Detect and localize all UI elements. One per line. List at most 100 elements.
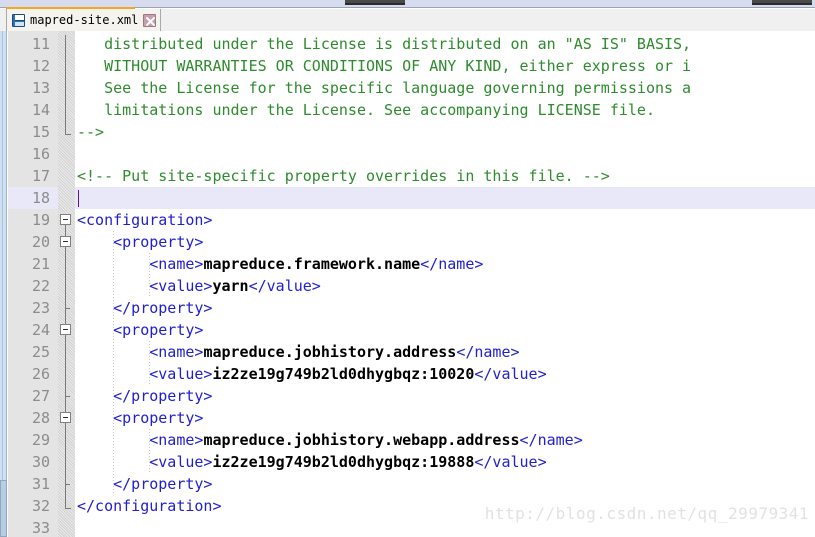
token-tag: <configuration> xyxy=(77,211,213,229)
gutter-row: 22 xyxy=(8,275,58,297)
line-number: 23 xyxy=(31,299,50,317)
fold-guide-line xyxy=(65,220,66,508)
code-line[interactable] xyxy=(75,187,815,209)
line-number: 25 xyxy=(31,343,50,361)
indent-guide xyxy=(149,253,151,297)
code-line[interactable]: <value>yarn</value> xyxy=(75,275,815,297)
code-line[interactable] xyxy=(75,143,815,165)
code-line-text: <name>mapreduce.framework.name</name> xyxy=(77,253,483,275)
token-tag: </name> xyxy=(519,431,583,449)
token-tag: <value> xyxy=(77,365,213,383)
fold-collapse-icon[interactable] xyxy=(60,236,71,247)
line-number: 33 xyxy=(31,519,50,537)
gutter-row: 29 xyxy=(8,429,58,451)
code-line[interactable]: distributed under the License is distrib… xyxy=(75,33,815,55)
fold-end-marker xyxy=(65,134,71,135)
code-line[interactable]: <value>iz2ze19g749b2ld0dhygbqz:10020</va… xyxy=(75,363,815,385)
code-line[interactable]: <name>mapreduce.framework.name</name> xyxy=(75,253,815,275)
token-tag: <name> xyxy=(77,431,204,449)
gutter-row: 18 xyxy=(8,187,58,209)
code-line[interactable]: <name>mapreduce.jobhistory.address</name… xyxy=(75,341,815,363)
gutter-row: 14 xyxy=(8,99,58,121)
code-line-text: distributed under the License is distrib… xyxy=(77,33,691,55)
code-line-text: <property> xyxy=(77,407,203,429)
close-icon[interactable] xyxy=(143,13,157,27)
code-line[interactable]: <property> xyxy=(75,231,815,253)
fold-collapse-icon[interactable] xyxy=(60,214,71,225)
code-line[interactable]: --> xyxy=(75,121,815,143)
code-line[interactable]: <name>mapreduce.jobhistory.webapp.addres… xyxy=(75,429,815,451)
token-comment: distributed under the License is distrib… xyxy=(77,35,692,53)
line-number-gutter: 11 12 13 14 15 16 17 18 19 20 21 22 23 24 25 26 27 28 29 30… xyxy=(8,31,58,537)
fold-tick-marker xyxy=(65,396,70,397)
token-tag: <value> xyxy=(77,277,213,295)
left-marker-rail[interactable] xyxy=(0,31,7,537)
line-number: 18 xyxy=(31,189,50,207)
code-text-area[interactable]: distributed under the License is distrib… xyxy=(75,31,815,537)
line-number: 32 xyxy=(31,497,50,515)
code-line[interactable]: </property> xyxy=(75,385,815,407)
code-line[interactable]: <value>iz2ze19g749b2ld0dhygbqz:19888</va… xyxy=(75,451,815,473)
editor-window: mapred-site.xml 11 12 13 14 15 16 17 18 19 20 21 22… xyxy=(0,0,815,537)
fold-collapse-icon[interactable] xyxy=(60,412,71,423)
line-number: 14 xyxy=(31,101,50,119)
fold-collapse-icon[interactable] xyxy=(60,324,71,335)
token-tag: </configuration> xyxy=(77,497,222,515)
code-line-text: <!-- Put site-specific property override… xyxy=(77,165,610,187)
code-line[interactable]: <property> xyxy=(75,319,815,341)
gutter-row: 12 xyxy=(8,55,58,77)
code-line[interactable]: <configuration> xyxy=(75,209,815,231)
window-chrome-nub-right xyxy=(752,0,812,5)
gutter-row: 11 xyxy=(8,33,58,55)
fold-end-marker xyxy=(65,508,71,509)
gutter-row: 26 xyxy=(8,363,58,385)
line-number: 29 xyxy=(31,431,50,449)
line-number: 11 xyxy=(31,35,50,53)
gutter-row: 32 xyxy=(8,495,58,517)
code-line[interactable]: </property> xyxy=(75,473,815,495)
line-number: 28 xyxy=(31,409,50,427)
token-comment: WITHOUT WARRANTIES OR CONDITIONS OF ANY … xyxy=(77,57,692,75)
token-text: iz2ze19g749b2ld0dhygbqz:10020 xyxy=(212,365,475,383)
indent-guide xyxy=(113,231,115,495)
token-tag: </value> xyxy=(248,277,321,295)
editor-area: 11 12 13 14 15 16 17 18 19 20 21 22 23 24 25 26 27 28 29 30… xyxy=(0,31,815,537)
fold-guide-line xyxy=(65,35,66,134)
code-folding-column[interactable] xyxy=(58,31,75,537)
code-line[interactable]: WITHOUT WARRANTIES OR CONDITIONS OF ANY … xyxy=(75,55,815,77)
line-number: 31 xyxy=(31,475,50,493)
gutter-row: 28 xyxy=(8,407,58,429)
code-line[interactable]: <!-- Put site-specific property override… xyxy=(75,165,815,187)
vertical-scrollbar-thumb[interactable] xyxy=(0,480,7,537)
token-text: yarn xyxy=(212,277,249,295)
editor-tab-mapred-site-xml[interactable]: mapred-site.xml xyxy=(6,9,162,31)
token-tag: </value> xyxy=(474,365,547,383)
code-line[interactable]: </property> xyxy=(75,297,815,319)
line-number: 15 xyxy=(31,123,50,141)
gutter-row: 33 xyxy=(8,517,58,537)
line-number: 16 xyxy=(31,145,50,163)
line-number: 22 xyxy=(31,277,50,295)
token-tag: <name> xyxy=(77,255,204,273)
line-number: 27 xyxy=(31,387,50,405)
code-line-text: WITHOUT WARRANTIES OR CONDITIONS OF ANY … xyxy=(77,55,691,77)
token-text: iz2ze19g749b2ld0dhygbqz:19888 xyxy=(212,453,475,471)
gutter-row: 27 xyxy=(8,385,58,407)
token-tag: </name> xyxy=(420,255,484,273)
window-chrome-nub-left xyxy=(345,0,405,5)
token-text: mapreduce.framework.name xyxy=(203,255,421,273)
code-line-text: <property> xyxy=(77,319,203,341)
token-tag: <property> xyxy=(77,321,204,339)
code-line[interactable]: limitations under the License. See accom… xyxy=(75,99,815,121)
gutter-row: 17 xyxy=(8,165,58,187)
code-line[interactable]: See the License for the specific languag… xyxy=(75,77,815,99)
code-line-text: </property> xyxy=(77,385,212,407)
token-tag: <property> xyxy=(77,233,204,251)
token-comment: --> xyxy=(77,123,105,141)
code-line[interactable]: <property> xyxy=(75,407,815,429)
tab-label: mapred-site.xml xyxy=(30,13,139,27)
code-line-text: --> xyxy=(77,121,104,143)
fold-tick-marker xyxy=(65,484,70,485)
token-comment: limitations under the License. See accom… xyxy=(77,101,655,119)
code-line-text: <value>iz2ze19g749b2ld0dhygbqz:19888</va… xyxy=(77,451,546,473)
